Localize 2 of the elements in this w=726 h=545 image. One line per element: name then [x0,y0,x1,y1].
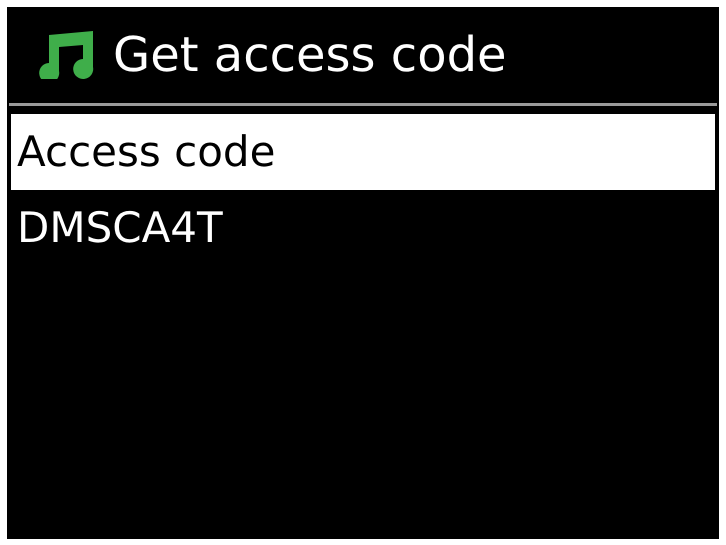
screen-title: Get access code [113,31,507,79]
menu-item[interactable]: Access code [11,114,715,190]
